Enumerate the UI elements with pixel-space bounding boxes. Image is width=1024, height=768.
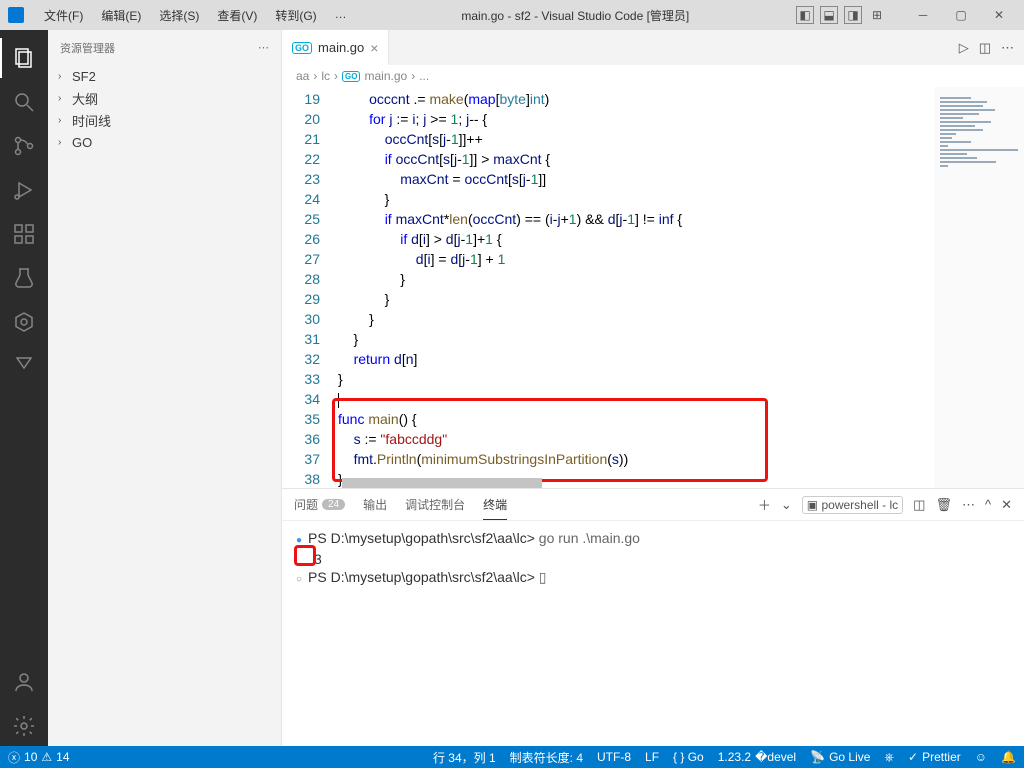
activity-bar	[0, 30, 48, 746]
status-cursor[interactable]: 行 34，列 1	[433, 749, 496, 766]
tab-label: main.go	[318, 40, 364, 55]
extensions-icon[interactable]	[0, 214, 48, 254]
go-file-icon: GO	[342, 71, 360, 82]
customize-layout-icon[interactable]: ⊞	[868, 6, 886, 24]
panel-more-icon[interactable]: ⋯	[962, 497, 975, 513]
kill-terminal-icon[interactable]: 🗑	[935, 497, 952, 513]
status-errors[interactable]: ⓧ 10 ⚠ 14	[8, 749, 70, 766]
line-gutter: 1920212223242526272829303132333435363738	[282, 87, 338, 488]
explorer-icon[interactable]	[0, 38, 48, 78]
editor-area: GO main.go × ▷ ◫ ⋯ aa› lc› GOmain.go› ..…	[282, 30, 1024, 746]
vscode-icon	[8, 7, 24, 23]
menu-go[interactable]: 转到(G)	[267, 3, 324, 28]
source-control-icon[interactable]	[0, 126, 48, 166]
tree-timeline[interactable]: ›时间线	[48, 109, 281, 131]
bookmark-icon[interactable]	[0, 346, 48, 386]
tab-close-icon[interactable]: ×	[370, 40, 378, 56]
status-encoding[interactable]: UTF-8	[597, 750, 631, 764]
tree-go[interactable]: ›GO	[48, 131, 281, 153]
toggle-panel-icon[interactable]: ⬓	[820, 6, 838, 24]
toggle-secondary-sidebar-icon[interactable]: ◨	[844, 6, 862, 24]
bottom-panel: 问题24 输出 调试控制台 终端 ＋⌄ ▣ powershell - lc ◫ …	[282, 488, 1024, 746]
menu-selection[interactable]: 选择(S)	[151, 3, 207, 28]
menu-edit[interactable]: 编辑(E)	[93, 3, 149, 28]
status-prettier[interactable]: ✓ Prettier	[908, 750, 961, 764]
status-bar: ⓧ 10 ⚠ 14 行 34，列 1 制表符长度: 4 UTF-8 LF { }…	[0, 746, 1024, 768]
menu-bar: 文件(F) 编辑(E) 选择(S) 查看(V) 转到(G) …	[36, 3, 355, 28]
explorer-sidebar: 资源管理器 ⋯ ›SF2 ›大纲 ›时间线 ›GO	[48, 30, 282, 746]
maximize-button[interactable]: ▢	[944, 2, 978, 28]
status-eol[interactable]: LF	[645, 750, 659, 764]
layout-controls: ◧ ⬓ ◨ ⊞	[796, 6, 886, 24]
accounts-icon[interactable]	[0, 662, 48, 702]
minimize-button[interactable]: ─	[906, 2, 940, 28]
toggle-primary-sidebar-icon[interactable]: ◧	[796, 6, 814, 24]
sidebar-title: 资源管理器	[60, 40, 115, 56]
search-icon[interactable]	[0, 82, 48, 122]
code-content[interactable]: occcnt .= make(map[byte]int) for j := i;…	[338, 87, 934, 488]
tree-sf2[interactable]: ›SF2	[48, 65, 281, 87]
status-copilot-icon[interactable]: ⎈	[884, 750, 894, 765]
menu-view[interactable]: 查看(V)	[209, 3, 265, 28]
status-bell-icon[interactable]: 🔔	[1001, 750, 1016, 764]
tab-more-icon[interactable]: ⋯	[1001, 40, 1014, 56]
status-go-version[interactable]: 1.23.2 �devel	[718, 750, 796, 764]
editor-tabs: GO main.go × ▷ ◫ ⋯	[282, 30, 1024, 65]
minimap[interactable]	[934, 87, 1024, 488]
run-debug-icon[interactable]	[0, 170, 48, 210]
go-file-icon: GO	[292, 42, 312, 54]
go-extension-icon[interactable]	[0, 302, 48, 342]
settings-gear-icon[interactable]	[0, 706, 48, 746]
menu-file[interactable]: 文件(F)	[36, 3, 91, 28]
horizontal-scrollbar[interactable]	[342, 478, 542, 488]
window-title: main.go - sf2 - Visual Studio Code [管理员]	[355, 7, 796, 24]
status-go-live[interactable]: 📡 Go Live	[810, 750, 870, 764]
status-feedback-icon[interactable]: ☺	[975, 750, 987, 764]
close-button[interactable]: ✕	[982, 2, 1016, 28]
title-bar: 文件(F) 编辑(E) 选择(S) 查看(V) 转到(G) … main.go …	[0, 0, 1024, 30]
status-indent[interactable]: 制表符长度: 4	[510, 749, 583, 766]
run-code-icon[interactable]: ▷	[959, 40, 969, 56]
status-language[interactable]: { } Go	[673, 750, 704, 764]
close-panel-icon[interactable]: ✕	[1001, 497, 1012, 513]
maximize-panel-icon[interactable]: ^	[985, 497, 991, 512]
code-editor[interactable]: 1920212223242526272829303132333435363738…	[282, 87, 1024, 488]
window-controls: ─ ▢ ✕	[906, 2, 1016, 28]
menu-more[interactable]: …	[327, 3, 355, 28]
breadcrumbs[interactable]: aa› lc› GOmain.go› ...	[282, 65, 1024, 87]
tab-main-go[interactable]: GO main.go ×	[282, 30, 389, 65]
tree-outline[interactable]: ›大纲	[48, 87, 281, 109]
testing-icon[interactable]	[0, 258, 48, 298]
terminal-content[interactable]: PS D:\mysetup\gopath\src\sf2\aa\lc> go r…	[282, 521, 1024, 746]
split-editor-icon[interactable]: ◫	[979, 40, 991, 56]
sidebar-more-icon[interactable]: ⋯	[258, 41, 269, 54]
